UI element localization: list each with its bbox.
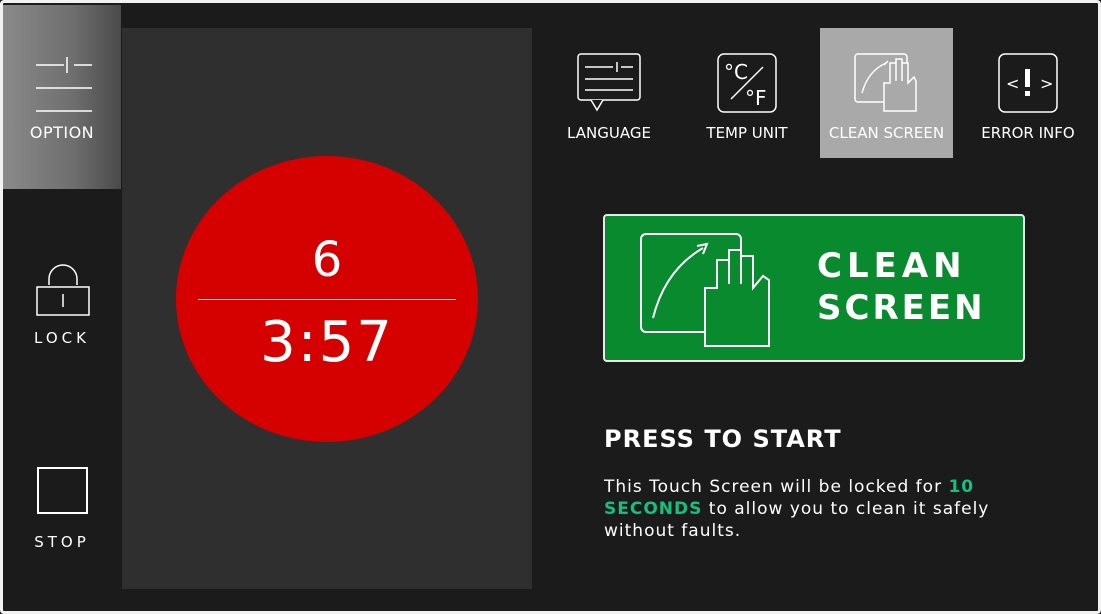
option-sliders-icon	[36, 57, 92, 112]
timer-panel: 6 3:57	[122, 28, 532, 589]
tab-temp-unit-label: TEMP UNIT	[706, 124, 788, 142]
tab-language-label: LANGUAGE	[567, 124, 651, 142]
timer-circle[interactable]: 6 3:57	[176, 156, 478, 442]
tab-error-info[interactable]: < > ERROR INFO	[962, 28, 1094, 158]
temp-icon-celsius: °C	[724, 60, 748, 84]
clean-button-title-line2: SCREEN	[817, 288, 986, 328]
clean-description: This Touch Screen will be locked for 10 …	[604, 476, 1044, 542]
language-icon	[577, 53, 641, 112]
clean-screen-start-button[interactable]: CLEAN SCREEN	[603, 214, 1025, 362]
temp-icon-fahrenheit: °F	[745, 86, 767, 110]
svg-text:>: >	[1040, 74, 1053, 93]
desc-text-before: This Touch Screen will be locked for	[604, 477, 949, 497]
stop-square-icon	[37, 467, 88, 514]
option-button[interactable]: OPTION	[3, 5, 121, 189]
clean-screen-icon	[854, 53, 917, 112]
tab-temp-unit[interactable]: °C °F TEMP UNIT	[683, 28, 811, 158]
tab-clean-screen[interactable]: CLEAN SCREEN	[820, 28, 953, 158]
tab-clean-screen-label: CLEAN SCREEN	[828, 124, 945, 142]
stop-button[interactable]: STOP	[3, 465, 121, 565]
timer-top-value: 6	[311, 232, 343, 288]
clean-screen-hand-icon	[640, 233, 770, 347]
lock-label: LOCK	[34, 329, 90, 347]
lock-icon	[36, 264, 90, 316]
option-label: OPTION	[29, 123, 95, 142]
timer-divider	[198, 299, 456, 300]
press-to-start-heading: PRESS TO START	[604, 425, 842, 453]
sidebar: OPTION LOCK STOP	[3, 5, 121, 611]
temp-unit-icon: °C °F	[717, 53, 777, 113]
stop-label: STOP	[34, 533, 90, 551]
tab-language[interactable]: LANGUAGE	[545, 28, 673, 158]
error-info-icon: < >	[998, 53, 1058, 113]
svg-text:<: <	[1006, 74, 1019, 93]
timer-remaining: 3:57	[260, 310, 394, 375]
clean-button-title-line1: CLEAN	[817, 246, 967, 286]
tab-error-info-label: ERROR INFO	[981, 124, 1075, 142]
lock-button[interactable]: LOCK	[3, 255, 121, 365]
